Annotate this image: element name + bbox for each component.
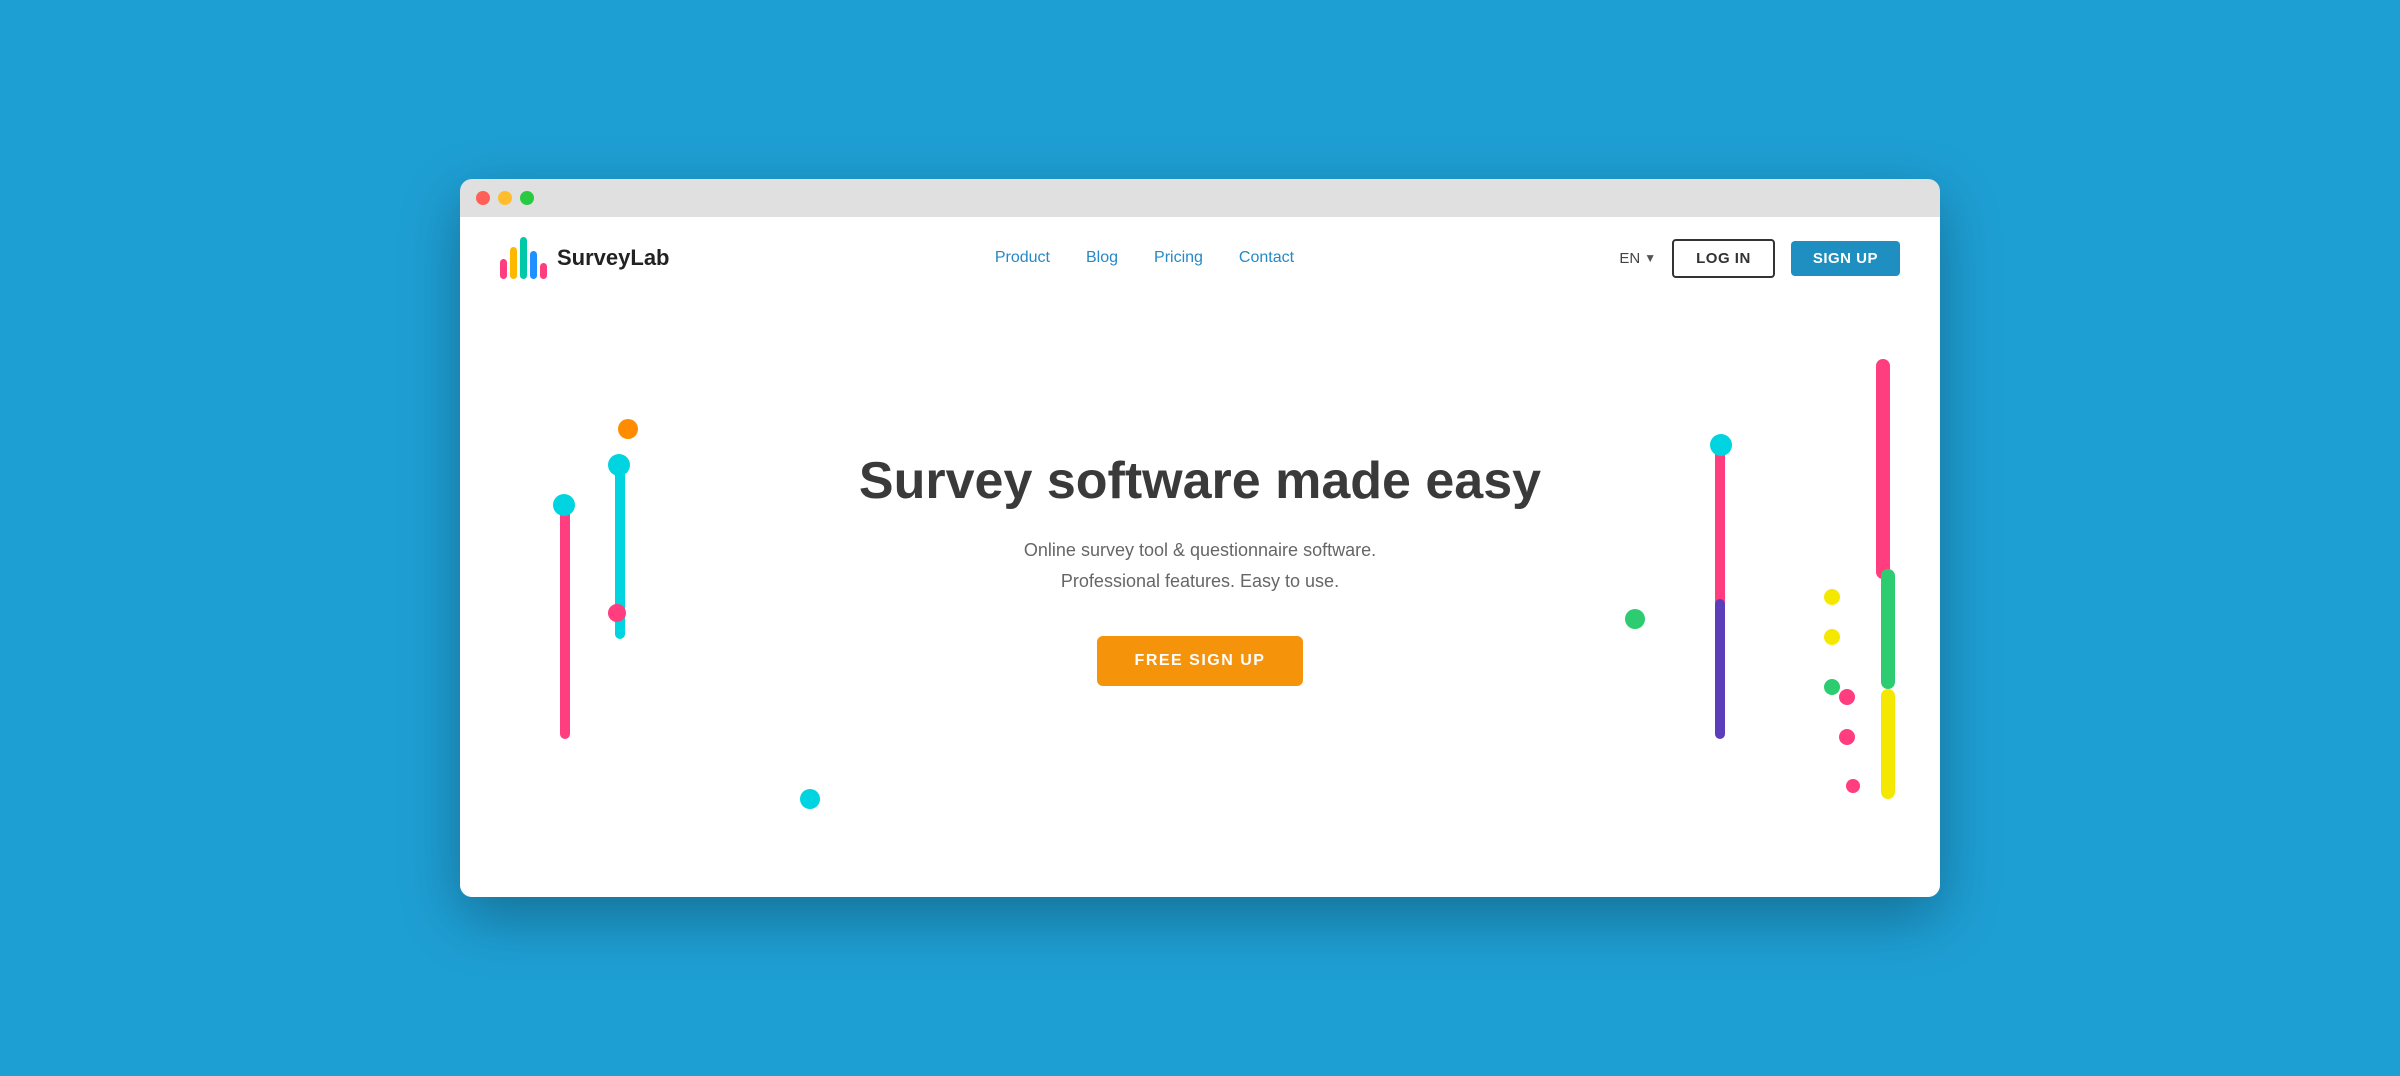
nav-link-pricing[interactable]: Pricing [1154,249,1203,267]
navbar: SurveyLab Product Blog Pricing Contact E… [460,217,1940,299]
deco-left-cyan-dot2 [608,454,630,476]
deco-far-right-yellow-dot2 [1824,629,1840,645]
deco-far-right-pink-dot2 [1839,729,1855,745]
logo-bar-2 [510,247,517,279]
hero-subtitle-line2: Professional features. Easy to use. [1061,571,1339,591]
language-selector[interactable]: EN ▼ [1619,250,1656,267]
chevron-down-icon: ▼ [1644,251,1656,265]
deco-far-right-yellow-bar [1881,689,1895,799]
traffic-light-red[interactable] [476,191,490,205]
language-label: EN [1619,250,1640,267]
hero-subtitle-line1: Online survey tool & questionnaire softw… [1024,540,1376,560]
nav-link-contact[interactable]: Contact [1239,249,1294,267]
deco-far-right-green-dot2 [1824,679,1840,695]
browser-body: SurveyLab Product Blog Pricing Contact E… [460,217,1940,897]
hero-title: Survey software made easy [859,452,1541,512]
deco-bottom-cyan-dot [800,789,820,809]
deco-left-bar-pink [560,499,570,739]
hero-section: Survey software made easy Online survey … [460,299,1940,879]
traffic-light-green[interactable] [520,191,534,205]
deco-right-bar-pink [1715,439,1725,719]
deco-right-cyan-dot [1710,434,1732,456]
signup-button[interactable]: SIGN UP [1791,241,1900,276]
nav-link-blog[interactable]: Blog [1086,249,1118,267]
hero-subtitle: Online survey tool & questionnaire softw… [1024,535,1376,596]
logo-link[interactable]: SurveyLab [500,237,670,279]
deco-right-green-dot [1625,609,1645,629]
nav-link-product[interactable]: Product [995,249,1050,267]
logo-icon [500,237,547,279]
logo-bar-3 [520,237,527,279]
deco-far-right-pink-dot3 [1846,779,1860,793]
nav-actions: EN ▼ LOG IN SIGN UP [1619,239,1900,278]
logo-bar-4 [530,251,537,279]
deco-far-right-pink-bar [1876,359,1890,579]
login-button[interactable]: LOG IN [1672,239,1775,278]
browser-chrome [460,179,1940,217]
deco-left-pink-dot [608,604,626,622]
deco-far-right-green-bar [1881,569,1895,689]
browser-window: SurveyLab Product Blog Pricing Contact E… [460,179,1940,897]
deco-orange-dot [618,419,638,439]
nav-links: Product Blog Pricing Contact [995,249,1294,267]
deco-left-cyan-dot-top [553,494,575,516]
deco-far-right-pink-dot1 [1839,689,1855,705]
traffic-light-yellow[interactable] [498,191,512,205]
deco-far-right-yellow-dot1 [1824,589,1840,605]
deco-right-bar-purple [1715,599,1725,739]
deco-left-bar-cyan [615,459,625,639]
free-signup-button[interactable]: FREE SIGN UP [1097,636,1304,686]
logo-text: SurveyLab [557,245,670,271]
logo-bar-5 [540,263,547,279]
logo-bar-1 [500,259,507,279]
